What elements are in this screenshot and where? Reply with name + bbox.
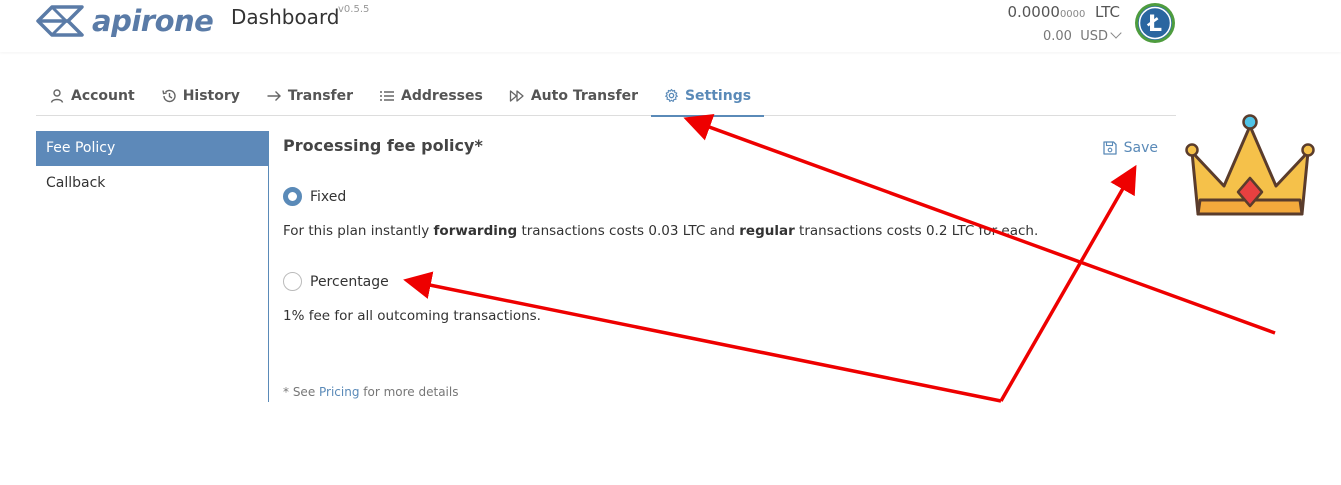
ltc-balance-main: 0.0000	[1007, 3, 1060, 21]
sidebar-item-callback[interactable]: Callback	[36, 166, 268, 201]
usd-unit: USD	[1080, 29, 1108, 44]
balance-display: 0.00000000 LTC 0.00 USD	[1007, 3, 1122, 45]
page-title: Dashboard	[231, 5, 340, 29]
ltc-unit: LTC	[1094, 3, 1120, 21]
pricing-link[interactable]: Pricing	[319, 385, 359, 399]
tab-history-label: History	[182, 88, 240, 104]
radio-fixed-indicator[interactable]	[283, 187, 302, 206]
tab-account-label: Account	[71, 88, 135, 104]
pricing-footnote: * See Pricing for more details	[283, 385, 458, 399]
apirone-logo-icon	[36, 5, 84, 37]
version-label: v0.5.5	[338, 4, 370, 15]
fixed-desc-part-2: transactions costs 0.03 LTC and	[517, 223, 740, 239]
app-header: apirone Dashboard v0.5.5 0.00000000 LTC …	[0, 0, 1341, 52]
brand-logo[interactable]: apirone	[36, 4, 214, 38]
save-button-label: Save	[1123, 140, 1158, 156]
fixed-description: For this plan instantly forwarding trans…	[283, 223, 1038, 239]
litecoin-icon[interactable]: Ł	[1134, 2, 1176, 44]
section-title: Processing fee policy*	[283, 136, 483, 155]
footnote-suffix: for more details	[359, 385, 459, 399]
tab-addresses[interactable]: Addresses	[366, 76, 496, 116]
brand-name: apirone	[92, 4, 214, 38]
footnote-prefix: * See	[283, 385, 320, 399]
radio-fixed-label: Fixed	[310, 188, 347, 205]
main-tabs: Account History Transfer Addresses Auto …	[36, 76, 1176, 117]
tab-auto-transfer-label: Auto Transfer	[530, 88, 638, 104]
ltc-balance: 0.00000000 LTC	[1007, 3, 1120, 24]
chevron-down-icon	[1110, 27, 1122, 39]
fixed-desc-bold-regular: regular	[739, 223, 795, 239]
fixed-desc-part-1: For this plan instantly	[283, 223, 434, 239]
tab-settings[interactable]: Settings	[650, 76, 765, 117]
list-icon	[380, 91, 395, 101]
tab-addresses-label: Addresses	[401, 88, 483, 104]
tab-transfer-label: Transfer	[287, 88, 354, 104]
arrow-right-icon	[267, 91, 281, 101]
radio-percentage[interactable]: Percentage	[283, 272, 389, 291]
usd-balance-dropdown[interactable]: 0.00 USD	[1007, 27, 1122, 45]
usd-value: 0.00	[1043, 29, 1072, 44]
radio-percentage-indicator[interactable]	[283, 272, 302, 291]
history-icon	[162, 89, 176, 103]
radio-fixed[interactable]: Fixed	[283, 187, 346, 206]
tab-transfer[interactable]: Transfer	[253, 76, 366, 116]
ltc-balance-small: 0000	[1059, 9, 1086, 20]
fast-forward-icon	[509, 90, 524, 102]
settings-sidebar: Fee Policy Callback	[36, 131, 269, 402]
save-button[interactable]: Save	[1102, 140, 1158, 156]
floppy-disk-icon	[1102, 141, 1117, 155]
percentage-description: 1% fee for all outcoming transactions.	[283, 308, 541, 324]
tab-account[interactable]: Account	[36, 76, 148, 116]
sidebar-item-fee-policy[interactable]: Fee Policy	[36, 131, 268, 166]
tab-settings-label: Settings	[684, 87, 752, 104]
radio-percentage-label: Percentage	[310, 273, 389, 290]
coin-letter: Ł	[1147, 12, 1162, 37]
user-icon	[50, 89, 64, 103]
crown-icon	[1185, 114, 1315, 216]
tab-auto-transfer[interactable]: Auto Transfer	[496, 76, 651, 116]
fixed-desc-part-3: transactions costs 0.2 LTC for each.	[794, 223, 1039, 239]
tab-history[interactable]: History	[148, 76, 253, 116]
gear-icon	[665, 88, 678, 102]
fee-policy-panel: Processing fee policy* Save Fixed For th…	[283, 131, 1163, 402]
fixed-desc-bold-forwarding: forwarding	[433, 223, 518, 239]
